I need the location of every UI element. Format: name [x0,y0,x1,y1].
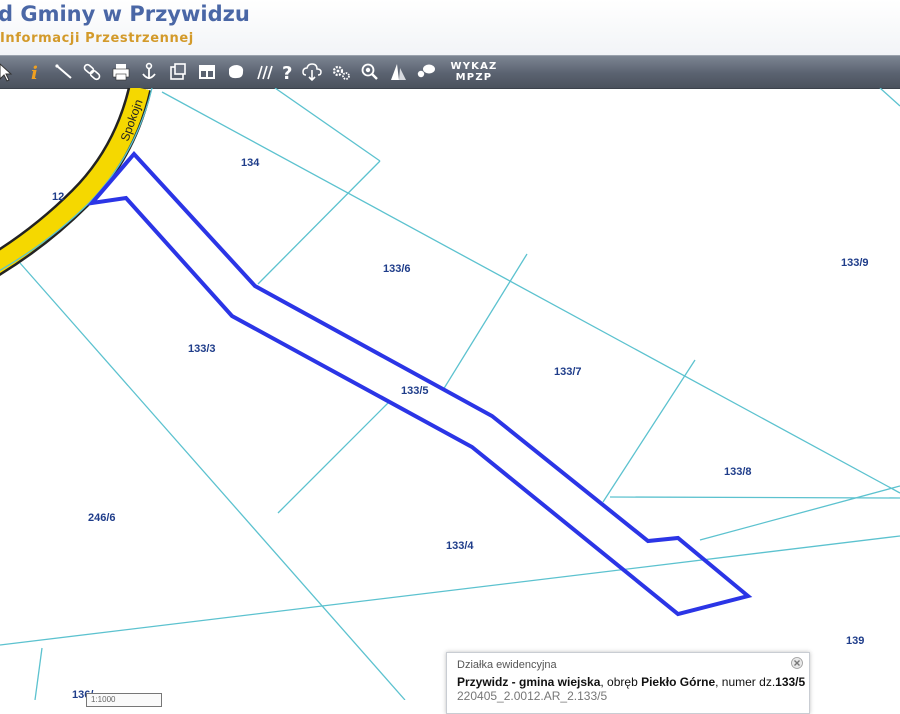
toolbar: i ? WYKAZ MPZP [0,55,900,89]
svg-text:?: ? [282,63,292,84]
parcel-label: 139 [846,635,864,647]
parcel-map[interactable]: Spokojn 134 133/6 133/9 133/3 133/5 133/… [0,88,900,700]
popup-parcel-info: Przywidz - gmina wiejska, obręb Piekło G… [457,675,805,689]
app-subtitle: Informacji Przestrzennej [0,31,194,46]
ruler-icon[interactable] [386,60,410,84]
map-canvas[interactable]: Spokojn 134 133/6 133/9 133/3 133/5 133/… [0,88,900,700]
road-fill [0,88,150,274]
popup-parcel-id: 220405_2.0012.AR_2.133/5 [457,689,608,703]
download-icon[interactable] [300,60,324,84]
selected-parcel-outline[interactable] [87,150,753,617]
hatch-icon[interactable] [252,60,276,84]
mpzp-label: MPZP [455,72,493,83]
parcel-label: 134 [241,157,260,169]
app-header: d Gminy w Przywidzu Informacji Przestrze… [0,0,900,55]
popup-numer-prefix: , numer dz. [715,675,776,689]
app-title: d Gminy w Przywidzu [0,2,250,26]
parcel-label: 133/7 [554,366,582,378]
link-icon[interactable] [80,60,104,84]
parcel-label: 133/6 [383,263,411,275]
parcel-info-popup: Działka ewidencyjna Przywidz - gmina wie… [446,652,810,714]
parcel-label: 133/8 [724,466,752,478]
pointer-icon[interactable] [0,60,18,84]
popup-numer: 133/5 [775,675,806,689]
measure-icon[interactable] [52,60,76,84]
help-icon[interactable]: ? [276,60,300,84]
wykaz-mpzp-button[interactable]: WYKAZ MPZP [446,61,502,83]
parcel-label: 133/5 [401,385,429,397]
parcel-label: 133/3 [188,343,216,355]
chat-icon[interactable] [414,60,438,84]
shape-icon[interactable] [224,60,248,84]
close-icon[interactable] [791,657,803,669]
scale-selector[interactable]: 1:1000 [86,693,162,707]
zoom-icon[interactable] [357,60,381,84]
parcel-label: 133/4 [446,540,474,552]
svg-text:i: i [31,63,38,84]
parcel-label: 246/6 [88,512,116,524]
layout-icon[interactable] [195,60,219,84]
print-icon[interactable] [109,60,133,84]
layers-icon[interactable] [166,60,190,84]
popup-gmina: Przywidz - gmina wiejska [457,675,601,689]
popup-obreb-prefix: , obręb [600,675,642,689]
info-icon[interactable]: i [22,60,46,84]
anchor-icon[interactable] [137,60,161,84]
parcel-label: 133/9 [841,257,869,269]
popup-title: Działka ewidencyjna [457,659,557,671]
settings-icon[interactable] [329,60,353,84]
popup-obreb: Piekło Górne [641,675,716,689]
wykaz-label: WYKAZ [450,61,498,72]
parcel-label: 12 [52,191,64,203]
